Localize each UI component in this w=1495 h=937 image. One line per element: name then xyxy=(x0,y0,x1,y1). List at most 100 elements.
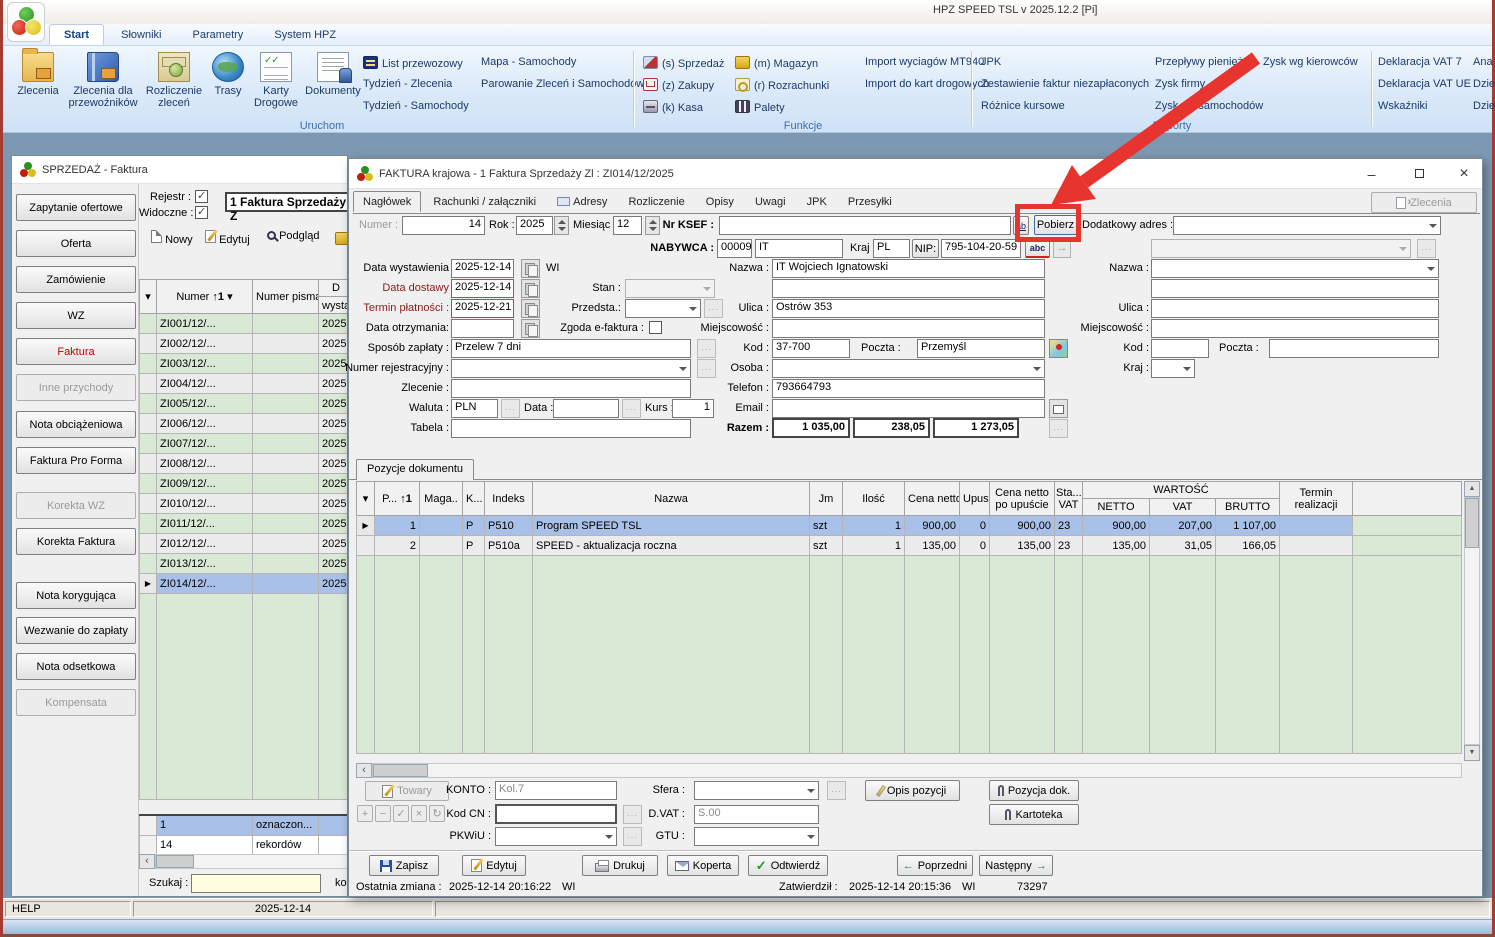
addr2-select-top[interactable] xyxy=(1151,239,1411,258)
pkwiu-select[interactable] xyxy=(495,827,617,846)
konto-select[interactable]: Kol.7 xyxy=(495,781,617,800)
pobierz-button[interactable]: Pobierz xyxy=(1034,215,1077,235)
ulica-field[interactable]: Ostrów 353 xyxy=(772,299,1045,318)
calendar-icon[interactable] xyxy=(521,279,540,298)
pos-header-termin[interactable]: Termin realizacji xyxy=(1280,482,1353,516)
ribbon-button-dokumenty[interactable]: Dokumenty xyxy=(303,52,363,97)
clipped-toolbar-icon[interactable] xyxy=(335,232,347,245)
left-window-titlebar[interactable]: SPRZEDAŻ - Faktura xyxy=(12,156,347,184)
pos-header-indeks[interactable]: Indeks xyxy=(485,482,533,516)
close-icon[interactable]: × xyxy=(1445,159,1483,188)
email-icon[interactable] xyxy=(1049,399,1068,418)
razem-browse-button[interactable]: ... xyxy=(1049,419,1068,438)
tab-pozycje-dokumentu[interactable]: Pozycje dokumentu xyxy=(356,459,474,480)
addr2-nazwa2-field[interactable] xyxy=(1151,279,1439,298)
nav-korekta-faktura[interactable]: Korekta Faktura xyxy=(16,528,136,555)
nazwa-field[interactable]: IT Wojciech Ignatowski xyxy=(772,259,1045,278)
pozycja-dok-button[interactable]: Pozycja dok. xyxy=(989,780,1079,801)
tab-jpk[interactable]: JPK xyxy=(798,192,836,211)
email-field[interactable] xyxy=(772,399,1045,418)
list-item[interactable]: ZI005/12/...2025-12.. xyxy=(140,394,348,414)
ribbon-button-rozliczenie[interactable]: Rozliczenie zleceń xyxy=(143,52,205,109)
kod-cn-field[interactable] xyxy=(495,804,617,824)
list-item[interactable]: ZI010/12/...2025-12.. xyxy=(140,494,348,514)
ribbon-link-przeplywy[interactable]: Przepływy pieniężne xyxy=(1155,56,1255,68)
ribbon-link-zysk-samochodow[interactable]: Zysk wg samochodów xyxy=(1155,100,1263,112)
miesiac-field[interactable]: 12 xyxy=(613,216,642,235)
tab-system-hpz[interactable]: System HPZ xyxy=(260,25,350,44)
list-item[interactable]: ZI012/12/...2025-12.. xyxy=(140,534,348,554)
abc-button[interactable]: abc xyxy=(1025,239,1050,258)
numer-rejestracyjny-select[interactable] xyxy=(451,359,691,378)
kod-field[interactable]: 37-700 xyxy=(772,339,850,358)
kraj-select[interactable]: PL xyxy=(873,239,910,258)
pos-header-nazwa[interactable]: Nazwa xyxy=(533,482,810,516)
gtu-select[interactable] xyxy=(694,827,819,846)
position-row-selected[interactable]: ▶ 1 PP510 Program SPEED TSLszt 1900,00 0… xyxy=(357,516,1462,536)
ribbon-link-clipped-3[interactable]: Dzie xyxy=(1473,100,1495,112)
podglad-button[interactable]: Podgląd xyxy=(267,230,319,242)
telefon-field[interactable]: 793664793 xyxy=(772,379,1045,398)
kartoteka-button[interactable]: Kartoteka xyxy=(989,804,1079,825)
ribbon-button-zlecenia-przewoznikow[interactable]: Zlecenia dla przewoźników xyxy=(65,52,141,109)
ribbon-link-zestawienie[interactable]: Zestawienie faktur niezapłaconych xyxy=(981,78,1149,90)
pos-header-brutto[interactable]: BRUTTO xyxy=(1216,499,1280,516)
tab-opisy[interactable]: Opisy xyxy=(697,192,743,211)
pos-header-vat[interactable]: VAT xyxy=(1150,499,1216,516)
miejscowosc-field[interactable] xyxy=(772,319,1045,338)
list-item[interactable]: ZI004/12/...2025-12.. xyxy=(140,374,348,394)
pos-header-cena-po[interactable]: Cena netto po upuście xyxy=(990,482,1055,516)
ksef-field[interactable] xyxy=(719,216,1011,235)
ribbon-link-rozrachunki[interactable]: (r) Rozrachunki xyxy=(735,78,829,92)
pos-hscroll-track[interactable] xyxy=(372,763,1462,778)
waluta-select[interactable]: PLN xyxy=(451,399,498,418)
ribbon-button-karty-drogowe[interactable]: Karty Drogowe xyxy=(251,52,301,109)
search-input[interactable] xyxy=(191,874,321,893)
ribbon-link-parowanie[interactable]: Parowanie Zleceń i Samochodów xyxy=(481,78,644,90)
ribbon-link-clipped-2[interactable]: Dzie xyxy=(1473,78,1495,90)
zlecenie-field[interactable] xyxy=(451,379,691,398)
ribbon-link-zakupy[interactable]: (z) Zakupy xyxy=(643,78,714,92)
delete-row-button[interactable]: − xyxy=(375,805,391,822)
ribbon-button-trasy[interactable]: Trasy xyxy=(207,52,249,97)
ribbon-link-roznice[interactable]: Różnice kursowe xyxy=(981,100,1065,112)
maximize-icon[interactable] xyxy=(1397,159,1442,188)
ribbon-link-tydzien-samochody[interactable]: Tydzień - Samochody xyxy=(363,100,469,112)
list-item[interactable]: ZI002/12/...2025-12.. xyxy=(140,334,348,354)
poczta-field[interactable]: Przemyśl xyxy=(917,339,1045,358)
register-select[interactable]: 1 Faktura Sprzedaży Z xyxy=(225,192,347,212)
tab-start[interactable]: Start xyxy=(49,24,104,45)
nowy-button[interactable]: Nowy xyxy=(151,230,193,246)
nav-faktura-pro-forma[interactable]: Faktura Pro Forma xyxy=(16,447,136,474)
sfera-browse-button[interactable]: ... xyxy=(827,781,846,800)
edytuj-dialog-button[interactable]: Edytuj xyxy=(462,855,526,876)
calendar-icon[interactable] xyxy=(521,319,540,338)
kurs-data-browse-button[interactable]: ... xyxy=(622,399,641,418)
pos-header-k[interactable]: K... xyxy=(463,482,485,516)
nip-label-button[interactable]: NIP: xyxy=(912,239,939,258)
addr2-browse-button[interactable]: ... xyxy=(1417,239,1436,258)
forward-arrow-icon[interactable]: → xyxy=(1053,239,1071,258)
ribbon-link-palety[interactable]: Palety xyxy=(735,100,785,114)
vscroll-up-button[interactable]: ▲ xyxy=(1464,481,1480,497)
addr2-miejscowosc-field[interactable] xyxy=(1151,319,1439,338)
ribbon-link-deklaracja-vat7[interactable]: Deklaracja VAT 7 xyxy=(1378,56,1462,68)
addr2-poczta-field[interactable] xyxy=(1269,339,1439,358)
calendar-icon[interactable] xyxy=(521,259,540,278)
ribbon-link-kasa[interactable]: (k) Kasa xyxy=(643,100,703,114)
add-row-button[interactable]: + xyxy=(357,805,373,822)
grid-header-numer-pisma[interactable]: Numer pisma ▾ xyxy=(253,280,319,314)
ribbon-link-sprzedaz[interactable]: (s) Sprzedaż xyxy=(643,56,724,70)
addr2-kod-field[interactable] xyxy=(1151,339,1209,358)
addr2-ulica-field[interactable] xyxy=(1151,299,1439,318)
confirm-row-button[interactable]: ✓ xyxy=(393,805,409,822)
pos-header-maga[interactable]: Maga.. xyxy=(420,482,463,516)
rok-stepper[interactable] xyxy=(554,216,569,235)
tab-naglowek[interactable]: Nagłówek xyxy=(353,191,421,212)
ribbon-link-zysk-firmy[interactable]: Zysk firmy xyxy=(1155,78,1205,90)
ribbon-link-mapa-samochody[interactable]: Mapa - Samochody xyxy=(481,56,576,68)
nav-nota-odsetkowa[interactable]: Nota odsetkowa xyxy=(16,653,136,680)
zapisz-button[interactable]: Zapisz xyxy=(369,855,439,876)
list-item[interactable]: ZI009/12/...2025-12.. xyxy=(140,474,348,494)
nav-oferta[interactable]: Oferta xyxy=(16,230,136,257)
